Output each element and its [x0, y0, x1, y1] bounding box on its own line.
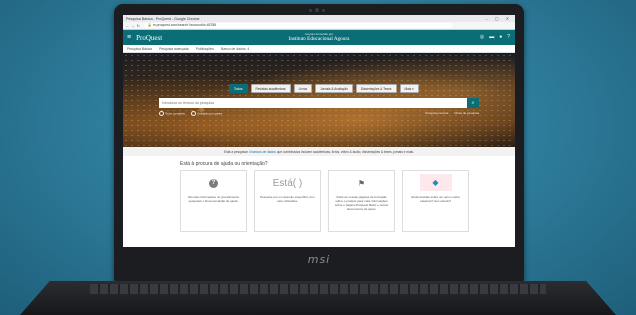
institution-name: Acesso fornecido por Instituto Educacion…	[123, 32, 515, 42]
laptop-screen: Pesquisa Básica - ProQuest - Google Chro…	[123, 15, 515, 247]
lock-icon: 🔒	[147, 23, 152, 27]
user-icon[interactable]: ●	[499, 34, 502, 40]
peer-reviewed-option[interactable]: Avaliado por pares	[191, 111, 222, 116]
help-cards: ? Há mais informações no procedimento pe…	[180, 170, 515, 232]
webcam-sensor-left	[309, 9, 312, 12]
help-card-training[interactable]: ⚑ Visite as nossas páginas de formação s…	[328, 170, 395, 232]
proquest-header: ≡ ProQuest Acesso fornecido por Institut…	[123, 30, 515, 45]
box-icon: ◆	[419, 173, 452, 191]
tab-all[interactable]: Todos	[229, 84, 248, 93]
info-text-after: que combinados incluem académicas, livro…	[276, 149, 414, 154]
globe-icon[interactable]: ◎	[480, 34, 484, 40]
window-controls[interactable]: – ▢ ✕	[485, 16, 512, 21]
content-type-tabs: Todos Revistas acadêmicas Livros Jornais…	[229, 84, 419, 93]
laptop-lid: Pesquisa Básica - ProQuest - Google Chro…	[114, 4, 524, 282]
databases-link[interactable]: 4 bancos de dados	[249, 150, 276, 154]
institution-title: Instituto Educacional Agoura	[288, 36, 350, 42]
search-icon[interactable]: ⌕	[467, 98, 479, 108]
address-bar[interactable]: 🔒 m.proquest.com/search?accountid=48788	[143, 23, 452, 28]
nav-databases[interactable]: Banco de dados: 4	[221, 47, 249, 51]
signpost-icon: ⚑	[357, 178, 366, 188]
webcam	[315, 8, 319, 12]
nav-basic-search[interactable]: Pesquisa Básica	[127, 47, 152, 51]
folder-icon[interactable]: ▬	[489, 34, 494, 40]
question-circle-icon: ?	[209, 178, 218, 188]
esta-logo: Está( )	[272, 177, 303, 189]
checkbox-icon	[191, 111, 197, 116]
nav-advanced-search[interactable]: Pesquisa avançada	[159, 47, 189, 51]
card-text: Ainda dúvidas sobre um termo sobre estam…	[410, 195, 461, 203]
search-options: Texto completo Avaliado por pares Pesqui…	[159, 111, 479, 116]
tab-scholarly-journals[interactable]: Revistas acadêmicas	[250, 84, 291, 93]
help-card-libguides[interactable]: Está( ) Pesquise por um assunto específi…	[254, 170, 321, 232]
nav-publications[interactable]: Publicações	[196, 47, 214, 51]
help-card-documentation[interactable]: ? Há mais informações no procedimento pe…	[180, 170, 247, 232]
back-arrow-icon[interactable]: ←	[126, 24, 129, 28]
card-text: Pesquise por um assunto específico com e…	[260, 195, 315, 203]
laptop-brand-logo: msi	[307, 253, 331, 266]
help-card-contact[interactable]: ◆ Ainda dúvidas sobre um termo sobre est…	[402, 170, 469, 232]
tab-more[interactable]: Mais ▾	[399, 84, 419, 93]
tab-news[interactable]: Jornais & Avaliação	[315, 84, 353, 93]
full-text-option[interactable]: Texto completo	[159, 111, 185, 116]
tab-dissertations[interactable]: Dissertações & Teses	[355, 84, 397, 93]
tab-books[interactable]: Livros	[293, 84, 313, 93]
browser-tab-title[interactable]: Pesquisa Básica - ProQuest - Google Chro…	[126, 17, 200, 21]
webcam-sensor-right	[322, 9, 325, 12]
reload-icon[interactable]: ↻	[137, 24, 140, 28]
card-text: Há mais informações no procedimento pesq…	[187, 195, 240, 203]
search-tips-link[interactable]: Dicas de pesquisa	[454, 111, 479, 116]
search-hero: Todos Revistas acadêmicas Livros Jornais…	[123, 53, 515, 147]
search-input[interactable]	[159, 97, 467, 109]
url-text: m.proquest.com/search?accountid=48788	[152, 23, 217, 27]
header-icons: ◎ ▬ ● ?	[480, 34, 510, 40]
browser-titlebar: Pesquisa Básica - ProQuest - Google Chro…	[123, 15, 515, 22]
sub-navigation: Pesquisa Básica Pesquisa avançada Public…	[123, 45, 515, 53]
browser-urlbar: ← → ↻ 🔒 m.proquest.com/search?accountid=…	[123, 22, 515, 30]
card-text: Visite as nossas páginas de formação sob…	[334, 195, 389, 211]
search-bar: ⌕	[159, 97, 479, 109]
help-icon[interactable]: ?	[507, 34, 510, 40]
database-info-band: Está a pesquisar 4 bancos de dados que c…	[123, 147, 515, 156]
keyboard	[90, 284, 546, 294]
checkbox-icon	[159, 111, 164, 116]
recent-searches-link[interactable]: Pesquisa recente	[425, 111, 448, 116]
info-text-before: Está a pesquisar	[224, 149, 248, 154]
forward-arrow-icon[interactable]: →	[131, 24, 134, 28]
help-heading: Está à procura de ajuda ou orientação?	[180, 161, 268, 167]
